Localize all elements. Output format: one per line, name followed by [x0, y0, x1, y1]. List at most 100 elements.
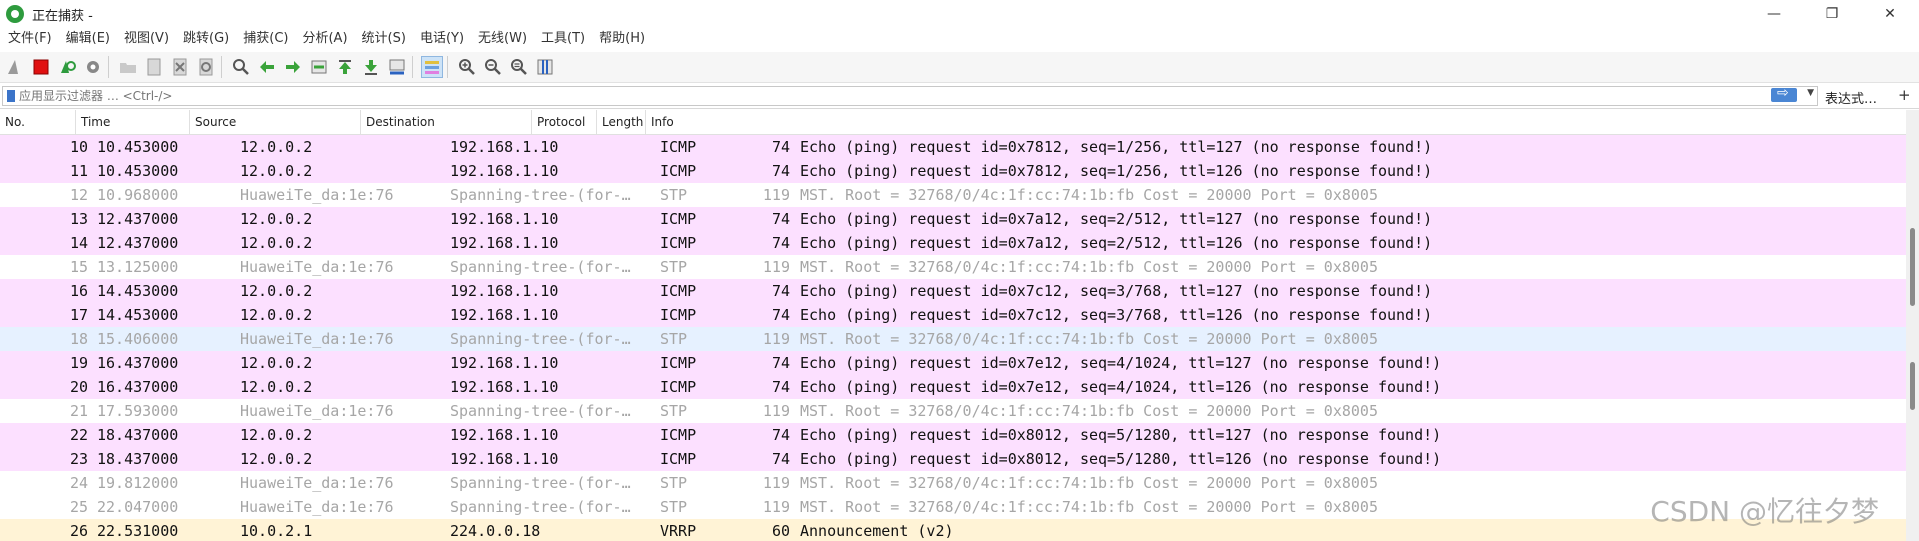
- menu-tools[interactable]: 工具(T): [533, 28, 591, 50]
- packet-length: 119: [762, 402, 790, 420]
- find-packet-button[interactable]: [230, 56, 252, 78]
- packet-row[interactable]: 24 19.812000 HuaweiTe_da:1e:76 Spanning-tre…: [0, 471, 1906, 495]
- display-filter-input[interactable]: [19, 88, 1719, 104]
- menu-wireless[interactable]: 无线(W): [470, 28, 533, 50]
- menu-go[interactable]: 跳转(G): [175, 28, 235, 50]
- add-filter-button[interactable]: +: [1898, 86, 1911, 104]
- packet-no: 25: [69, 498, 88, 516]
- column-header-info[interactable]: Info: [646, 110, 1906, 134]
- close-file-button[interactable]: [169, 56, 191, 78]
- toolbar-separator: [412, 56, 413, 78]
- column-header-protocol[interactable]: Protocol: [532, 110, 597, 134]
- zoom-reset-button[interactable]: [508, 56, 530, 78]
- packet-length: 74: [771, 378, 790, 396]
- menu-analyze[interactable]: 分析(A): [294, 28, 353, 50]
- packet-length: 74: [771, 426, 790, 444]
- packet-source: 12.0.0.2: [240, 426, 313, 444]
- restore-button[interactable]: ❐: [1803, 0, 1861, 28]
- capture-options-button[interactable]: [82, 56, 104, 78]
- scrollbar-thumb[interactable]: [1910, 362, 1915, 410]
- zoom-out-button[interactable]: [482, 56, 504, 78]
- menu-edit[interactable]: 编辑(E): [58, 28, 116, 50]
- packet-row[interactable]: 22 18.437000 12.0.0.2 192.168.1.10 ICMP 74 Ech…: [0, 423, 1906, 447]
- packet-destination: Spanning-tree-(for-…: [450, 474, 631, 492]
- packet-source: 12.0.0.2: [240, 162, 313, 180]
- packet-source: HuaweiTe_da:1e:76: [240, 498, 394, 516]
- packet-row[interactable]: 25 22.047000 HuaweiTe_da:1e:76 Spanning-tre…: [0, 495, 1906, 519]
- menu-capture[interactable]: 捕获(C): [235, 28, 294, 50]
- autoscroll-button[interactable]: [386, 56, 408, 78]
- wireshark-fin-icon: [6, 5, 24, 23]
- packet-info: Echo (ping) request id=0x7a12, seq=2/512…: [800, 210, 1433, 228]
- stop-icon: [33, 59, 49, 75]
- packet-no: 22: [69, 426, 88, 444]
- packet-time: 14.453000: [97, 306, 179, 324]
- menu-file[interactable]: 文件(F): [0, 28, 58, 50]
- packet-source: 12.0.0.2: [240, 450, 313, 468]
- packet-no: 11: [69, 162, 88, 180]
- packet-no: 10: [69, 138, 88, 156]
- menu-view[interactable]: 视图(V): [116, 28, 175, 50]
- packet-row[interactable]: 13 12.437000 12.0.0.2 192.168.1.10 ICMP 74 Ech…: [0, 207, 1906, 231]
- column-header-length[interactable]: Length: [597, 110, 646, 134]
- bookmark-icon[interactable]: [7, 90, 15, 102]
- packet-row[interactable]: 10 10.453000 12.0.0.2 192.168.1.10 ICMP 74 Ech…: [0, 135, 1906, 159]
- packet-destination: 192.168.1.10: [450, 354, 559, 372]
- packet-row[interactable]: 17 14.453000 12.0.0.2 192.168.1.10 ICMP 74 Ech…: [0, 303, 1906, 327]
- column-header-destination[interactable]: Destination: [361, 110, 532, 134]
- packet-time: 16.437000: [97, 354, 179, 372]
- packet-protocol: ICMP: [660, 282, 697, 300]
- minimize-button[interactable]: —: [1745, 0, 1803, 28]
- restart-capture-button[interactable]: [56, 56, 78, 78]
- open-file-button[interactable]: [117, 56, 139, 78]
- zoom-in-button[interactable]: [456, 56, 478, 78]
- packet-row[interactable]: 14 12.437000 12.0.0.2 192.168.1.10 ICMP 74 Ech…: [0, 231, 1906, 255]
- packet-destination: 192.168.1.10: [450, 426, 559, 444]
- packet-source: 12.0.0.2: [240, 306, 313, 324]
- packet-source: HuaweiTe_da:1e:76: [240, 402, 394, 420]
- packet-time: 10.968000: [97, 186, 179, 204]
- packet-row[interactable]: 15 13.125000 HuaweiTe_da:1e:76 Spanning-tre…: [0, 255, 1906, 279]
- reload-file-button[interactable]: [195, 56, 217, 78]
- column-header-no[interactable]: No.: [0, 110, 76, 134]
- menu-help[interactable]: 帮助(H): [591, 28, 651, 50]
- go-last-button[interactable]: [360, 56, 382, 78]
- packet-row[interactable]: 20 16.437000 12.0.0.2 192.168.1.10 ICMP 74 Ech…: [0, 375, 1906, 399]
- close-button[interactable]: ✕: [1861, 0, 1919, 28]
- packet-row[interactable]: 21 17.593000 HuaweiTe_da:1e:76 Spanning-tre…: [0, 399, 1906, 423]
- start-capture-button[interactable]: [4, 56, 26, 78]
- menu-statistics[interactable]: 统计(S): [354, 28, 412, 50]
- packet-list-scrollbar[interactable]: [1906, 110, 1919, 541]
- scrollbar-thumb[interactable]: [1910, 228, 1915, 306]
- packet-info: MST. Root = 32768/0/4c:1f:cc:74:1b:fb Co…: [800, 186, 1378, 204]
- packet-info: MST. Root = 32768/0/4c:1f:cc:74:1b:fb Co…: [800, 258, 1378, 276]
- column-header-time[interactable]: Time: [76, 110, 190, 134]
- packet-row[interactable]: 26 22.531000 10.0.2.1 224.0.0.18 VRRP 60 Annou…: [0, 519, 1906, 541]
- goto-packet-icon: [311, 60, 327, 74]
- go-first-button[interactable]: [334, 56, 356, 78]
- packet-row[interactable]: 11 10.453000 12.0.0.2 192.168.1.10 ICMP 74 Ech…: [0, 159, 1906, 183]
- chevron-down-icon[interactable]: ▼: [1807, 88, 1814, 98]
- save-file-button[interactable]: [143, 56, 165, 78]
- apply-filter-button[interactable]: [1771, 85, 1797, 102]
- packet-no: 26: [69, 522, 88, 540]
- resize-columns-button[interactable]: [534, 56, 556, 78]
- packet-row[interactable]: 19 16.437000 12.0.0.2 192.168.1.10 ICMP 74 Ech…: [0, 351, 1906, 375]
- colorize-button[interactable]: [421, 56, 443, 78]
- go-back-button[interactable]: [256, 56, 278, 78]
- go-forward-button[interactable]: [282, 56, 304, 78]
- stop-capture-button[interactable]: [30, 56, 52, 78]
- packet-destination: 192.168.1.10: [450, 210, 559, 228]
- menu-telephony[interactable]: 电话(Y): [412, 28, 470, 50]
- packet-protocol: ICMP: [660, 378, 697, 396]
- expression-button[interactable]: 表达式…: [1825, 88, 1877, 107]
- packet-row[interactable]: 23 18.437000 12.0.0.2 192.168.1.10 ICMP 74 Ech…: [0, 447, 1906, 471]
- packet-row[interactable]: 18 15.406000 HuaweiTe_da:1e:76 Spanning-tre…: [0, 327, 1906, 351]
- column-header-source[interactable]: Source: [190, 110, 361, 134]
- go-to-packet-button[interactable]: [308, 56, 330, 78]
- packet-row[interactable]: 12 10.968000 HuaweiTe_da:1e:76 Spanning-tre…: [0, 183, 1906, 207]
- packet-length: 74: [771, 138, 790, 156]
- document-icon: [147, 58, 161, 76]
- packet-row[interactable]: 16 14.453000 12.0.0.2 192.168.1.10 ICMP 74 Ech…: [0, 279, 1906, 303]
- packet-info: Echo (ping) request id=0x8012, seq=5/128…: [800, 426, 1442, 444]
